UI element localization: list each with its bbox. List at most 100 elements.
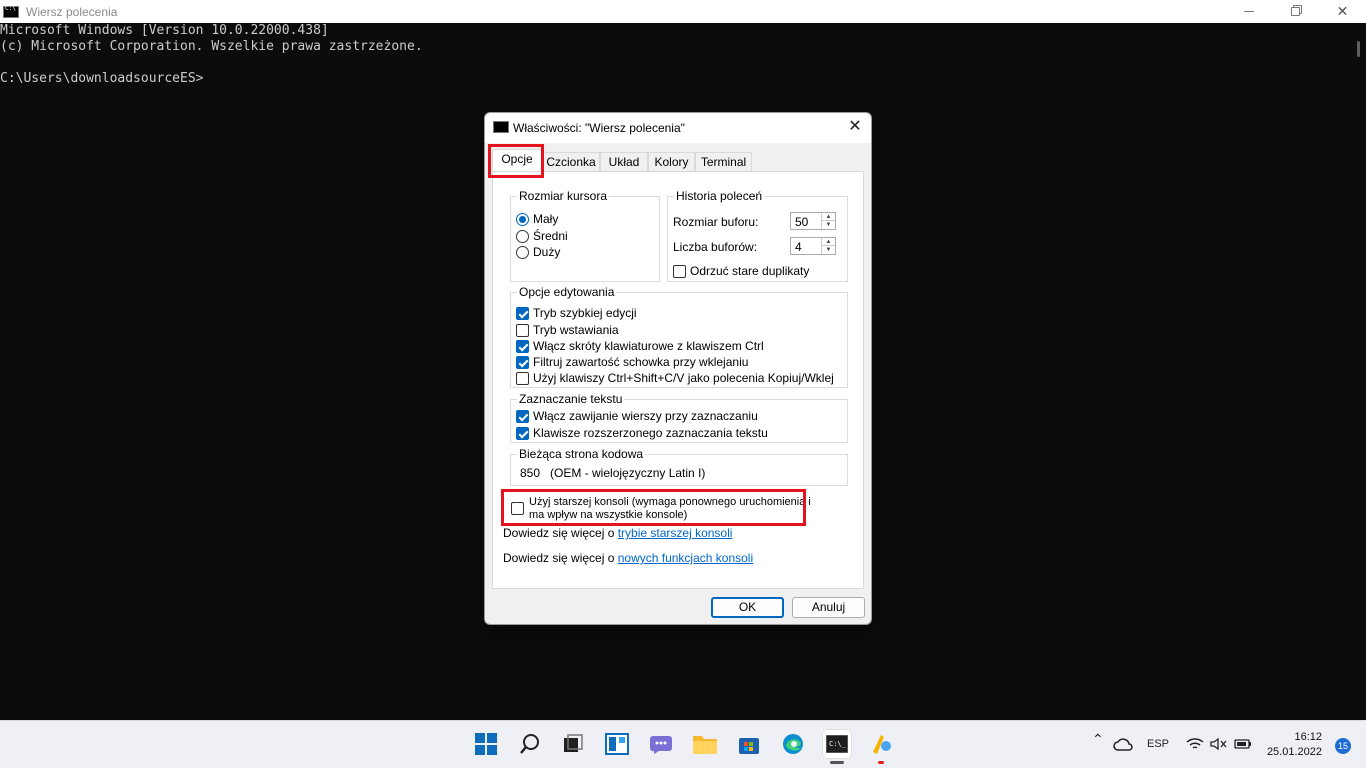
file-explorer-icon[interactable] [691, 730, 719, 758]
console-titlebar: Wiersz polecenia ✕ [0, 0, 1366, 23]
buffer-count-label: Liczba buforów: [673, 240, 758, 254]
console-app-icon [493, 121, 509, 133]
edge-icon[interactable] [779, 730, 807, 758]
buffer-count-stepper[interactable]: 4 ▲ ▼ [790, 237, 836, 255]
svg-text:C:\_: C:\_ [829, 740, 847, 748]
restore-icon [1291, 7, 1300, 16]
filter-clipboard-checkbox[interactable]: Filtruj zawartość schowka przy wklejaniu [516, 355, 748, 369]
console-scrollbar[interactable] [1352, 23, 1366, 720]
radio-label: Mały [533, 212, 559, 226]
store-icon[interactable] [735, 730, 763, 758]
checkbox-control[interactable] [516, 409, 529, 423]
edit-options-group: Opcje edytowania Tryb szybkiej edycji Tr… [510, 285, 848, 388]
stepper-up-icon[interactable]: ▲ [822, 213, 835, 221]
clock-time: 16:12 [1294, 731, 1322, 743]
radio-maly[interactable]: Mały [516, 212, 558, 226]
highlight-tab-opcje [488, 144, 544, 178]
task-view-icon[interactable] [559, 730, 587, 758]
dialog-titlebar: Właściwości: "Wiersz polecenia" ✕ [485, 113, 871, 143]
group-label: Rozmiar kursora [517, 189, 610, 203]
close-window-button[interactable]: ✕ [1319, 0, 1366, 23]
line-wrap-selection-checkbox[interactable]: Włącz zawijanie wierszy przy zaznaczaniu [516, 409, 758, 423]
checkbox-label: Użyj klawiszy Ctrl+Shift+C/V jako polece… [533, 371, 834, 385]
buffer-count-value[interactable]: 4 [795, 240, 802, 254]
tab-uklad[interactable]: Układ [600, 152, 648, 171]
insert-mode-checkbox[interactable]: Tryb wstawiania [516, 323, 619, 337]
tab-kolory[interactable]: Kolory [648, 152, 695, 171]
extended-selection-checkbox[interactable]: Klawisze rozszerzonego zaznaczania tekst… [516, 426, 768, 440]
learn-more-text: Dowiedz się więcej o [503, 526, 618, 540]
checkbox-control[interactable] [516, 371, 529, 385]
radio-label: Duży [533, 245, 561, 259]
stepper-down-icon[interactable]: ▼ [822, 246, 835, 254]
learn-more-new: Dowiedz się więcej o nowych funkcjach ko… [503, 551, 753, 565]
radio-sredni[interactable]: Średni [516, 229, 568, 243]
ok-button[interactable]: OK [711, 597, 784, 618]
terminal-icon[interactable]: C:\_ [823, 730, 851, 764]
stepper-down-icon[interactable]: ▼ [822, 221, 835, 229]
wifi-icon[interactable] [1186, 736, 1204, 755]
learn-more-legacy: Dowiedz się więcej o trybie starszej kon… [503, 526, 732, 540]
checkbox-label: Włącz skróty klawiaturowe z klawiszem Ct… [533, 339, 764, 353]
tab-terminal[interactable]: Terminal [695, 152, 752, 171]
dialog-close-button[interactable]: ✕ [845, 117, 865, 137]
radio-control[interactable] [516, 245, 529, 259]
stepper-up-icon[interactable]: ▲ [822, 238, 835, 246]
console-line: Microsoft Windows [Version 10.0.22000.43… [0, 23, 329, 38]
quick-edit-checkbox[interactable]: Tryb szybkiej edycji [516, 306, 637, 320]
cancel-button[interactable]: Anuluj [792, 597, 865, 618]
tray-overflow-chevron-icon[interactable]: ⌃ [1092, 731, 1104, 748]
minimize-icon [1243, 11, 1254, 12]
close-icon: ✕ [1336, 3, 1349, 20]
group-label: Historia poleceń [674, 189, 765, 203]
radio-label: Średni [533, 229, 568, 243]
radio-control[interactable] [516, 229, 529, 243]
teams-chat-icon[interactable] [647, 730, 675, 758]
radio-duzy[interactable]: Duży [516, 245, 560, 259]
checkbox-label: Tryb wstawiania [533, 323, 619, 337]
dialog-title: Właściwości: "Wiersz polecenia" [513, 121, 685, 135]
codepage-value: 850 (OEM - wielojęzyczny Latin I) [520, 466, 706, 480]
scrollbar-thumb[interactable] [1357, 41, 1360, 57]
checkbox-label: Klawisze rozszerzonego zaznaczania tekst… [533, 426, 768, 440]
onedrive-icon[interactable] [1113, 736, 1133, 755]
volume-muted-icon[interactable] [1210, 736, 1228, 755]
paint-app-icon[interactable] [867, 730, 895, 764]
clock-date: 25.01.2022 [1266, 746, 1322, 758]
maximize-button[interactable] [1272, 0, 1319, 23]
input-language-indicator[interactable]: ESP [1147, 738, 1169, 750]
checkbox-control[interactable] [516, 426, 529, 440]
properties-dialog: Właściwości: "Wiersz polecenia" ✕ Opcje … [484, 112, 872, 625]
widgets-icon[interactable] [603, 730, 631, 758]
ctrl-shift-cv-checkbox[interactable]: Użyj klawiszy Ctrl+Shift+C/V jako polece… [516, 371, 834, 385]
taskbar: C:\_ ⌃ ESP 16:12 25.01.2022 15 [0, 720, 1366, 768]
console-window-title: Wiersz polecenia [26, 4, 118, 19]
history-group: Historia poleceń Rozmiar buforu: 50 ▲ ▼ L… [667, 189, 848, 282]
windows-start-icon[interactable] [472, 730, 500, 758]
checkbox-control[interactable] [516, 323, 529, 337]
buffer-size-stepper[interactable]: 50 ▲ ▼ [790, 212, 836, 230]
group-label: Zaznaczanie tekstu [517, 392, 625, 406]
discard-duplicates-checkbox[interactable]: Odrzuć stare duplikaty [673, 264, 809, 278]
tab-czcionka[interactable]: Czcionka [542, 152, 600, 171]
legacy-mode-link[interactable]: trybie starszej konsoli [618, 526, 733, 540]
ctrl-shortcuts-checkbox[interactable]: Włącz skróty klawiaturowe z klawiszem Ct… [516, 339, 764, 353]
taskbar-clock[interactable]: 16:12 25.01.2022 [1267, 730, 1322, 760]
console-prompt: C:\Users\downloadsourceES> [0, 71, 204, 86]
minimize-button[interactable] [1225, 0, 1272, 23]
notification-badge[interactable]: 15 [1335, 738, 1351, 754]
checkbox-control[interactable] [516, 339, 529, 353]
checkbox-control[interactable] [516, 306, 529, 320]
checkbox-label: Tryb szybkiej edycji [533, 306, 637, 320]
battery-icon[interactable] [1234, 736, 1252, 755]
cursor-size-group: Rozmiar kursora Mały Średni Duży [510, 189, 660, 282]
checkbox-control[interactable] [516, 355, 529, 369]
codepage-group: Bieżąca strona kodowa 850 (OEM - wieloję… [510, 447, 848, 486]
checkbox-control[interactable] [673, 264, 686, 278]
learn-more-text: Dowiedz się więcej o [503, 551, 618, 565]
search-icon[interactable] [516, 730, 544, 758]
buffer-size-value[interactable]: 50 [795, 215, 808, 229]
new-features-link[interactable]: nowych funkcjach konsoli [618, 551, 753, 565]
radio-control[interactable] [516, 212, 529, 226]
